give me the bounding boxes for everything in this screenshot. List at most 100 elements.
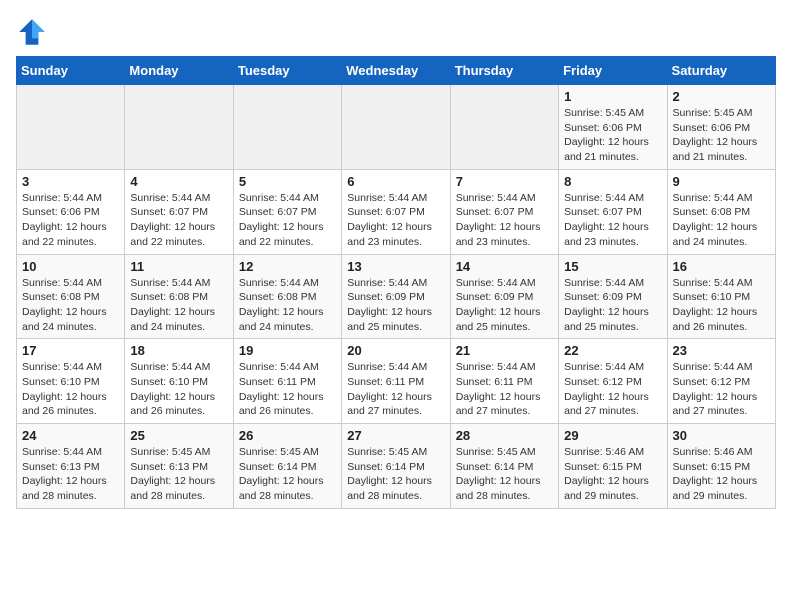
page-header [16, 16, 776, 48]
weekday-header-monday: Monday [125, 57, 233, 85]
calendar-cell: 9Sunrise: 5:44 AM Sunset: 6:08 PM Daylig… [667, 169, 775, 254]
day-number: 23 [673, 343, 770, 358]
day-info: Sunrise: 5:45 AM Sunset: 6:14 PM Dayligh… [239, 445, 336, 504]
day-number: 17 [22, 343, 119, 358]
calendar-cell: 4Sunrise: 5:44 AM Sunset: 6:07 PM Daylig… [125, 169, 233, 254]
day-number: 5 [239, 174, 336, 189]
day-number: 21 [456, 343, 553, 358]
day-info: Sunrise: 5:44 AM Sunset: 6:08 PM Dayligh… [22, 276, 119, 335]
calendar-cell: 11 Sunrise: 5:44 AM Sunset: 6:08 PM Dayli… [125, 254, 233, 339]
weekday-header-thursday: Thursday [450, 57, 558, 85]
logo [16, 16, 52, 48]
calendar-cell: 13 Sunrise: 5:44 AM Sunset: 6:09 PM Dayli… [342, 254, 450, 339]
calendar-cell: 12Sunrise: 5:44 AM Sunset: 6:08 PM Dayli… [233, 254, 341, 339]
calendar-cell: 30 Sunrise: 5:46 AM Sunset: 6:15 PM Dayli… [667, 424, 775, 509]
day-info: Sunrise: 5:45 AM Sunset: 6:06 PM Dayligh… [564, 106, 661, 165]
day-number: 11 [130, 259, 227, 274]
calendar-week-0: 1 Sunrise: 5:45 AM Sunset: 6:06 PM Daylig… [17, 85, 776, 170]
day-number: 2 [673, 89, 770, 104]
calendar-cell [233, 85, 341, 170]
calendar-cell: 24 Sunrise: 5:44 AM Sunset: 6:13 PM Dayli… [17, 424, 125, 509]
calendar-cell [450, 85, 558, 170]
day-number: 3 [22, 174, 119, 189]
day-info: Sunrise: 5:44 AM Sunset: 6:09 PM Dayligh… [347, 276, 444, 335]
calendar-cell: 2 Sunrise: 5:45 AM Sunset: 6:06 PM Daylig… [667, 85, 775, 170]
weekday-header-friday: Friday [559, 57, 667, 85]
calendar-cell [17, 85, 125, 170]
day-number: 29 [564, 428, 661, 443]
calendar-cell: 23 Sunrise: 5:44 AM Sunset: 6:12 PM Dayli… [667, 339, 775, 424]
day-info: Sunrise: 5:44 AM Sunset: 6:11 PM Dayligh… [456, 360, 553, 419]
day-info: Sunrise: 5:44 AM Sunset: 6:07 PM Dayligh… [130, 191, 227, 250]
calendar-cell: 27 Sunrise: 5:45 AM Sunset: 6:14 PM Dayli… [342, 424, 450, 509]
calendar-cell: 21 Sunrise: 5:44 AM Sunset: 6:11 PM Dayli… [450, 339, 558, 424]
calendar-cell: 17 Sunrise: 5:44 AM Sunset: 6:10 PM Dayli… [17, 339, 125, 424]
weekday-header-wednesday: Wednesday [342, 57, 450, 85]
calendar-week-3: 17 Sunrise: 5:44 AM Sunset: 6:10 PM Dayli… [17, 339, 776, 424]
day-info: Sunrise: 5:44 AM Sunset: 6:07 PM Dayligh… [456, 191, 553, 250]
day-info: Sunrise: 5:45 AM Sunset: 6:14 PM Dayligh… [347, 445, 444, 504]
day-number: 20 [347, 343, 444, 358]
calendar-cell: 1 Sunrise: 5:45 AM Sunset: 6:06 PM Daylig… [559, 85, 667, 170]
day-info: Sunrise: 5:44 AM Sunset: 6:10 PM Dayligh… [22, 360, 119, 419]
calendar-week-1: 3Sunrise: 5:44 AM Sunset: 6:06 PM Daylig… [17, 169, 776, 254]
calendar-cell: 3Sunrise: 5:44 AM Sunset: 6:06 PM Daylig… [17, 169, 125, 254]
calendar-cell: 29 Sunrise: 5:46 AM Sunset: 6:15 PM Dayli… [559, 424, 667, 509]
weekday-header-tuesday: Tuesday [233, 57, 341, 85]
day-number: 27 [347, 428, 444, 443]
day-number: 24 [22, 428, 119, 443]
day-info: Sunrise: 5:44 AM Sunset: 6:10 PM Dayligh… [130, 360, 227, 419]
calendar-cell: 7 Sunrise: 5:44 AM Sunset: 6:07 PM Daylig… [450, 169, 558, 254]
day-info: Sunrise: 5:44 AM Sunset: 6:08 PM Dayligh… [673, 191, 770, 250]
day-info: Sunrise: 5:44 AM Sunset: 6:11 PM Dayligh… [239, 360, 336, 419]
day-number: 6 [347, 174, 444, 189]
day-info: Sunrise: 5:45 AM Sunset: 6:14 PM Dayligh… [456, 445, 553, 504]
calendar-cell: 6Sunrise: 5:44 AM Sunset: 6:07 PM Daylig… [342, 169, 450, 254]
day-info: Sunrise: 5:45 AM Sunset: 6:06 PM Dayligh… [673, 106, 770, 165]
day-info: Sunrise: 5:46 AM Sunset: 6:15 PM Dayligh… [673, 445, 770, 504]
weekday-header-row: SundayMondayTuesdayWednesdayThursdayFrid… [17, 57, 776, 85]
day-number: 8 [564, 174, 661, 189]
calendar-body: 1 Sunrise: 5:45 AM Sunset: 6:06 PM Daylig… [17, 85, 776, 509]
calendar-cell: 25 Sunrise: 5:45 AM Sunset: 6:13 PM Dayli… [125, 424, 233, 509]
day-info: Sunrise: 5:44 AM Sunset: 6:09 PM Dayligh… [564, 276, 661, 335]
calendar-cell: 5Sunrise: 5:44 AM Sunset: 6:07 PM Daylig… [233, 169, 341, 254]
day-number: 19 [239, 343, 336, 358]
day-number: 10 [22, 259, 119, 274]
day-info: Sunrise: 5:44 AM Sunset: 6:11 PM Dayligh… [347, 360, 444, 419]
day-info: Sunrise: 5:45 AM Sunset: 6:13 PM Dayligh… [130, 445, 227, 504]
calendar-table: SundayMondayTuesdayWednesdayThursdayFrid… [16, 56, 776, 509]
day-info: Sunrise: 5:44 AM Sunset: 6:12 PM Dayligh… [564, 360, 661, 419]
day-number: 16 [673, 259, 770, 274]
day-number: 25 [130, 428, 227, 443]
calendar-cell: 26 Sunrise: 5:45 AM Sunset: 6:14 PM Dayli… [233, 424, 341, 509]
day-info: Sunrise: 5:44 AM Sunset: 6:10 PM Dayligh… [673, 276, 770, 335]
day-number: 18 [130, 343, 227, 358]
weekday-header-saturday: Saturday [667, 57, 775, 85]
day-number: 15 [564, 259, 661, 274]
calendar-cell: 22 Sunrise: 5:44 AM Sunset: 6:12 PM Dayli… [559, 339, 667, 424]
day-number: 30 [673, 428, 770, 443]
day-number: 28 [456, 428, 553, 443]
day-number: 12 [239, 259, 336, 274]
day-info: Sunrise: 5:44 AM Sunset: 6:08 PM Dayligh… [130, 276, 227, 335]
day-number: 1 [564, 89, 661, 104]
day-info: Sunrise: 5:44 AM Sunset: 6:09 PM Dayligh… [456, 276, 553, 335]
calendar-week-4: 24 Sunrise: 5:44 AM Sunset: 6:13 PM Dayli… [17, 424, 776, 509]
day-number: 14 [456, 259, 553, 274]
day-info: Sunrise: 5:44 AM Sunset: 6:12 PM Dayligh… [673, 360, 770, 419]
calendar-cell: 8 Sunrise: 5:44 AM Sunset: 6:07 PM Daylig… [559, 169, 667, 254]
calendar-cell: 10 Sunrise: 5:44 AM Sunset: 6:08 PM Dayli… [17, 254, 125, 339]
calendar-cell [125, 85, 233, 170]
calendar-week-2: 10 Sunrise: 5:44 AM Sunset: 6:08 PM Dayli… [17, 254, 776, 339]
day-number: 26 [239, 428, 336, 443]
day-number: 7 [456, 174, 553, 189]
day-info: Sunrise: 5:44 AM Sunset: 6:13 PM Dayligh… [22, 445, 119, 504]
day-info: Sunrise: 5:44 AM Sunset: 6:07 PM Dayligh… [564, 191, 661, 250]
day-info: Sunrise: 5:46 AM Sunset: 6:15 PM Dayligh… [564, 445, 661, 504]
day-number: 22 [564, 343, 661, 358]
calendar-header: SundayMondayTuesdayWednesdayThursdayFrid… [17, 57, 776, 85]
calendar-cell: 15 Sunrise: 5:44 AM Sunset: 6:09 PM Dayli… [559, 254, 667, 339]
calendar-cell [342, 85, 450, 170]
day-number: 13 [347, 259, 444, 274]
